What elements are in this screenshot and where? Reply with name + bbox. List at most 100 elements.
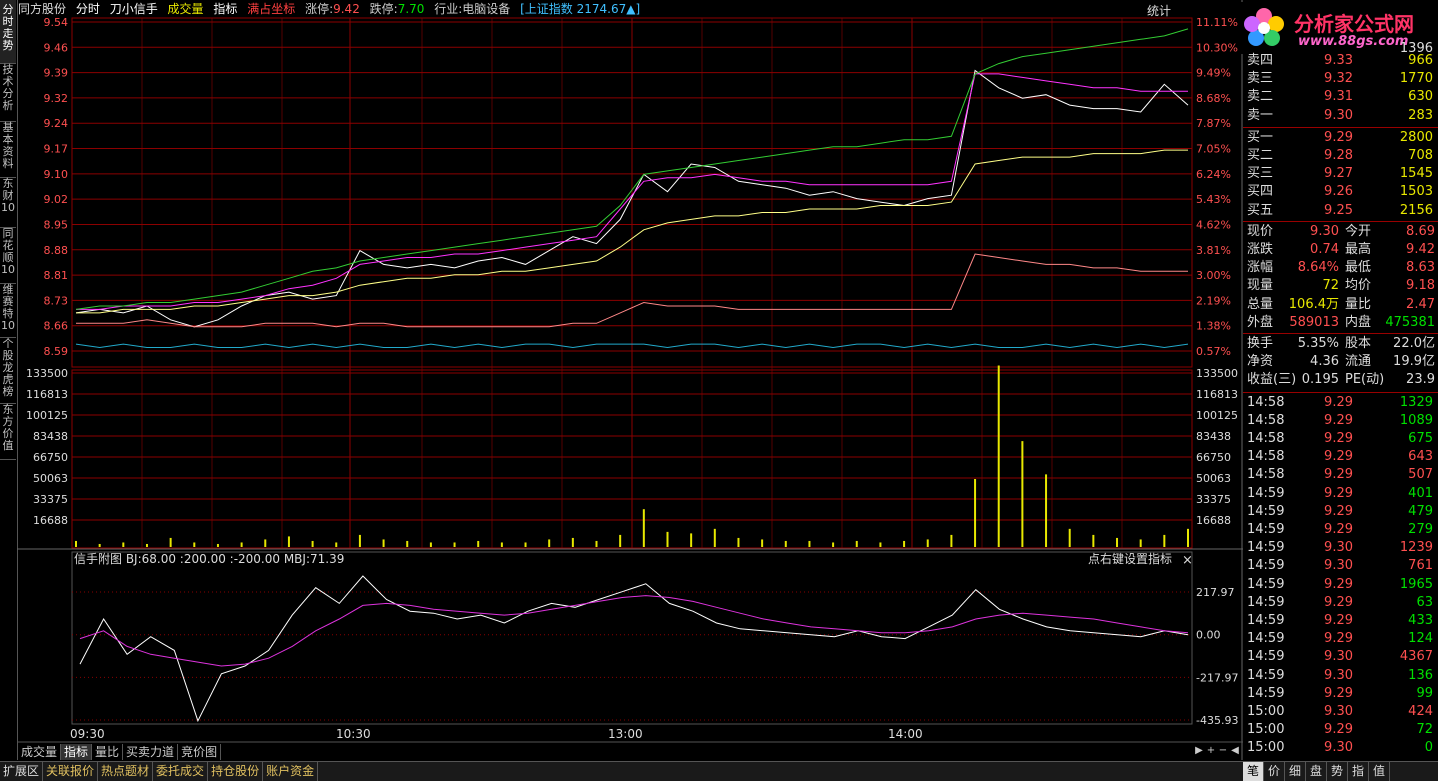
quote-stat-row[interactable]: 外盘 589013 内盘 475381 bbox=[1243, 314, 1436, 332]
right-view-tab-2[interactable]: 细 bbox=[1285, 762, 1306, 781]
buy-level-row[interactable]: 买四 9.26 1503 bbox=[1243, 183, 1436, 201]
fund-label: 股本 bbox=[1345, 336, 1372, 351]
tick-price: 9.29 bbox=[1324, 594, 1353, 610]
stat-label: 均价 bbox=[1345, 278, 1372, 294]
status-tab-2[interactable]: 热点题材 bbox=[98, 762, 154, 781]
tick-row[interactable]: 14:59 9.29 433 bbox=[1243, 612, 1436, 630]
stat-value: 475381 bbox=[1385, 314, 1435, 330]
tick-row[interactable]: 14:59 9.29 63 bbox=[1243, 594, 1436, 612]
price-tick-label: 9.54 bbox=[44, 16, 69, 29]
stat-label: 最高 bbox=[1345, 242, 1372, 257]
tick-price: 9.30 bbox=[1324, 649, 1353, 665]
sub-chart-tab-0[interactable]: 成交量 bbox=[18, 744, 62, 760]
stat-label: 现价 bbox=[1247, 223, 1274, 239]
tick-row[interactable]: 14:59 9.29 401 bbox=[1243, 485, 1436, 503]
tick-row[interactable]: 14:59 9.30 4367 bbox=[1243, 648, 1436, 666]
fundamental-row[interactable]: 换手 5.35% 股本 22.0亿 bbox=[1243, 335, 1436, 353]
sell-level-row[interactable]: 卖四 9.33 966 bbox=[1243, 52, 1436, 70]
tick-volume: 761 bbox=[1408, 558, 1433, 574]
price-tick-label: 9.10 bbox=[44, 168, 69, 181]
scroll-left-button[interactable]: ◀ bbox=[1229, 745, 1241, 756]
tick-row[interactable]: 15:00 9.30 0 bbox=[1243, 739, 1436, 757]
volume-tick-label: 50063 bbox=[33, 472, 68, 485]
right-view-tab-1[interactable]: 价 bbox=[1264, 762, 1285, 781]
order-label: 卖四 bbox=[1247, 53, 1274, 68]
tick-row[interactable]: 14:58 9.29 675 bbox=[1243, 430, 1436, 448]
tick-time: 14:59 bbox=[1247, 522, 1285, 537]
tick-time: 14:59 bbox=[1247, 594, 1285, 610]
order-volume: 630 bbox=[1408, 89, 1433, 105]
tick-row[interactable]: 14:59 9.29 479 bbox=[1243, 503, 1436, 521]
fund-value: 19.9亿 bbox=[1393, 354, 1435, 370]
tick-row[interactable]: 14:59 9.29 279 bbox=[1243, 521, 1436, 539]
stat-value: 0.74 bbox=[1310, 242, 1339, 257]
order-label: 买一 bbox=[1247, 129, 1274, 145]
stat-value: 8.64% bbox=[1297, 260, 1339, 276]
sell-level-row[interactable]: 卖三 9.32 1770 bbox=[1243, 70, 1436, 88]
status-tab-5[interactable]: 账户资金 bbox=[263, 762, 319, 781]
tick-row[interactable]: 15:00 9.29 72 bbox=[1243, 721, 1436, 739]
stat-value: 72 bbox=[1322, 278, 1339, 294]
zoom-out-button[interactable]: − bbox=[1217, 745, 1229, 756]
tick-row[interactable]: 14:58 9.29 1089 bbox=[1243, 412, 1436, 430]
buy-level-row[interactable]: 买一 9.29 2800 bbox=[1243, 129, 1436, 147]
right-view-tab-4[interactable]: 势 bbox=[1327, 762, 1348, 781]
stat-label: 内盘 bbox=[1345, 314, 1372, 330]
buy-level-row[interactable]: 买二 9.28 708 bbox=[1243, 147, 1436, 165]
buy-level-row[interactable]: 买三 9.27 1545 bbox=[1243, 165, 1436, 183]
right-view-tab-6[interactable]: 值 bbox=[1369, 762, 1390, 781]
tick-row[interactable]: 14:59 9.29 99 bbox=[1243, 685, 1436, 703]
price-tick-label: 8.95 bbox=[44, 218, 69, 231]
tick-row[interactable]: 14:58 9.29 507 bbox=[1243, 466, 1436, 484]
fund-label: 流通 bbox=[1345, 354, 1372, 370]
status-tab-0[interactable]: 扩展区 bbox=[0, 762, 44, 781]
tick-row[interactable]: 14:59 9.29 1965 bbox=[1243, 576, 1436, 594]
right-view-tab-3[interactable]: 盘 bbox=[1306, 762, 1327, 781]
quote-stat-row[interactable]: 涨跌 0.74 最高 9.42 bbox=[1243, 241, 1436, 259]
sub-chart-tabs: 成交量 指标 量比 买卖力道 竞价图 bbox=[18, 744, 222, 760]
buy-level-row[interactable]: 买五 9.25 2156 bbox=[1243, 202, 1436, 220]
tick-time: 14:58 bbox=[1247, 394, 1285, 410]
quote-stat-row[interactable]: 总量 106.4万 量比 2.47 bbox=[1243, 296, 1436, 314]
status-tabs: 扩展区 关联报价 热点题材 委托成交 持仓股份 账户资金 bbox=[0, 762, 319, 781]
price-tick-label: 9.17 bbox=[44, 143, 69, 156]
zoom-in-button[interactable]: + bbox=[1205, 745, 1217, 756]
tick-row[interactable]: 14:59 9.29 124 bbox=[1243, 630, 1436, 648]
tick-row[interactable]: 14:58 9.29 1329 bbox=[1243, 394, 1436, 412]
tick-row[interactable]: 14:59 9.30 136 bbox=[1243, 667, 1436, 685]
status-tab-1[interactable]: 关联报价 bbox=[43, 762, 99, 781]
sub-chart-tab-1[interactable]: 指标 bbox=[61, 744, 93, 760]
right-view-tab-5[interactable]: 指 bbox=[1348, 762, 1369, 781]
tick-price: 9.29 bbox=[1324, 449, 1353, 465]
tick-row[interactable]: 15:00 9.30 424 bbox=[1243, 703, 1436, 721]
fund-value: 23.9 bbox=[1406, 372, 1435, 388]
sell-level-row[interactable]: 卖一 9.30 283 bbox=[1243, 107, 1436, 125]
tick-row[interactable]: 14:59 9.30 1239 bbox=[1243, 539, 1436, 557]
sub-chart-tab-4[interactable]: 竞价图 bbox=[178, 744, 222, 760]
quote-stat-row[interactable]: 现量 72 均价 9.18 bbox=[1243, 277, 1436, 295]
sub-chart-tab-2[interactable]: 量比 bbox=[92, 744, 124, 760]
order-volume: 283 bbox=[1408, 107, 1433, 123]
tick-time: 14:59 bbox=[1247, 667, 1285, 683]
tick-volume: 479 bbox=[1408, 503, 1433, 519]
stat-label: 总量 bbox=[1247, 296, 1274, 312]
tick-row[interactable]: 14:59 9.30 761 bbox=[1243, 557, 1436, 575]
tick-row[interactable]: 14:58 9.29 643 bbox=[1243, 448, 1436, 466]
volume-tick-label: 133500 bbox=[26, 367, 68, 380]
fundamental-row[interactable]: 收益(三) 0.195 PE(动) 23.9 bbox=[1243, 371, 1436, 389]
status-tab-4[interactable]: 持仓股份 bbox=[208, 762, 264, 781]
intraday-chart[interactable]: 9.54 11.11% 9.46 10.30% 9.39 9.49% 9.32 8.68% 9.… bbox=[0, 0, 1243, 760]
sell-level-row[interactable]: 卖二 9.31 630 bbox=[1243, 88, 1436, 106]
sub-chart-tab-3[interactable]: 买卖力道 bbox=[123, 744, 179, 760]
volume-tick-label: 16688 bbox=[33, 514, 68, 527]
scroll-right-button[interactable]: ▶ bbox=[1193, 745, 1205, 756]
volume-tick-label: 33375 bbox=[33, 493, 68, 506]
quote-stat-row[interactable]: 现价 9.30 今开 8.69 bbox=[1243, 223, 1436, 241]
right-view-tab-0[interactable]: 笔 bbox=[1243, 762, 1264, 781]
fundamental-row[interactable]: 净资 4.36 流通 19.9亿 bbox=[1243, 353, 1436, 371]
sub-chart-hint[interactable]: 点右键设置指标 bbox=[1088, 551, 1172, 566]
sub-chart-close-icon[interactable]: × bbox=[1182, 553, 1193, 568]
quote-stat-row[interactable]: 涨幅 8.64% 最低 8.63 bbox=[1243, 259, 1436, 277]
status-tab-3[interactable]: 委托成交 bbox=[153, 762, 209, 781]
order-price: 9.29 bbox=[1324, 129, 1353, 145]
